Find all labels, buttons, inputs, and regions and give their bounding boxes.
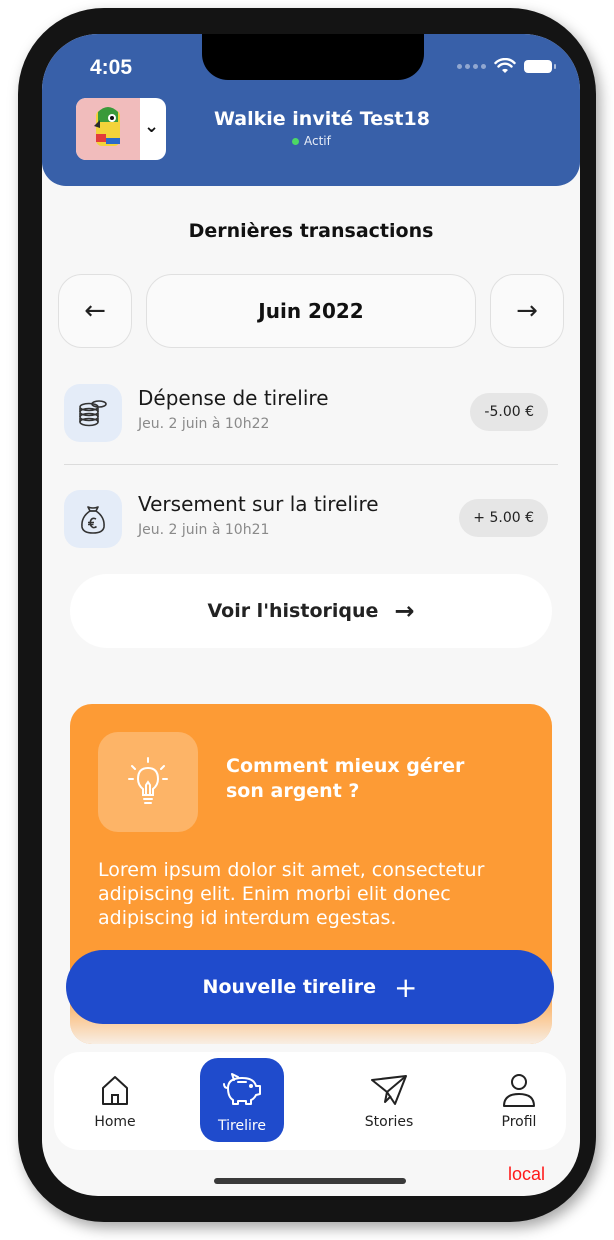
- battery-icon: [524, 59, 556, 73]
- section-title: Dernières transactions: [188, 220, 434, 242]
- transaction-row[interactable]: Dépense de tirelire Jeu. 2 juin à 10h22 …: [64, 382, 558, 452]
- home-icon: [102, 1076, 128, 1105]
- transaction-title: Dépense de tirelire: [138, 386, 329, 410]
- tab-label: Stories: [364, 1114, 414, 1130]
- amount-badge: + 5.00 €: [459, 499, 548, 537]
- view-history-button[interactable]: Voir l'historique →: [70, 574, 552, 648]
- tip-body: Lorem ipsum dolor sit amet, consectetur …: [98, 859, 485, 929]
- month-selector[interactable]: Juin 2022: [146, 274, 476, 348]
- wifi-icon: [494, 58, 516, 73]
- transaction-date: Jeu. 2 juin à 10h22: [138, 416, 270, 432]
- avatar: [76, 98, 140, 160]
- chevron-down-icon: ⌄: [144, 116, 160, 137]
- plus-icon: +: [393, 970, 418, 1004]
- paper-plane-icon: [371, 1075, 407, 1105]
- status-dot-icon: [292, 137, 299, 145]
- status-time: 4:05: [90, 56, 133, 79]
- transaction-title: Versement sur la tirelire: [138, 492, 379, 516]
- user-icon: [503, 1074, 535, 1107]
- status-icons: [457, 58, 556, 74]
- signal-icon: [457, 63, 486, 69]
- tip-title: Comment mieux gérer son argent ?: [226, 755, 465, 802]
- piggy-bank-icon: [223, 1073, 261, 1105]
- amount-badge: -5.00 €: [470, 393, 548, 431]
- tab-label: Home: [94, 1114, 136, 1130]
- tab-home[interactable]: Home: [70, 1052, 160, 1150]
- transaction-row[interactable]: Versement sur la tirelire Jeu. 2 juin à …: [64, 488, 558, 558]
- account-switcher[interactable]: ⌄: [76, 98, 166, 160]
- arrow-left-icon: ←: [84, 296, 106, 326]
- divider: [64, 464, 558, 465]
- new-piggy-bank-button[interactable]: Nouvelle tirelire +: [66, 950, 554, 1024]
- tab-profil[interactable]: Profil: [474, 1052, 564, 1150]
- prev-month-button[interactable]: ←: [58, 274, 132, 348]
- view-history-label: Voir l'historique: [207, 600, 379, 622]
- coins-stack-icon: [64, 384, 122, 442]
- account-status-label: Actif: [304, 134, 331, 148]
- next-month-button[interactable]: →: [490, 274, 564, 348]
- arrow-right-icon: →: [394, 597, 415, 625]
- bottom-tab-bar: Home Tirelire Stories Profil: [54, 1052, 566, 1150]
- money-bag-euro-icon: [64, 490, 122, 548]
- environment-label: local: [508, 1164, 546, 1184]
- account-name: Walkie invité Test18: [214, 108, 430, 130]
- new-piggy-bank-label: Nouvelle tirelire: [202, 976, 376, 998]
- tab-label: Profil: [501, 1114, 537, 1130]
- lightbulb-icon: [98, 732, 198, 832]
- app-screen: 4:05 ⌄ Walkie invité Test18 Actif Derniè…: [42, 34, 580, 1196]
- home-indicator: [214, 1178, 406, 1184]
- tab-stories[interactable]: Stories: [344, 1052, 434, 1150]
- arrow-right-icon: →: [516, 296, 538, 326]
- tab-label: Tirelire: [218, 1118, 266, 1134]
- transaction-date: Jeu. 2 juin à 10h21: [138, 522, 270, 538]
- parrot-avatar-icon: [94, 107, 120, 146]
- device-notch: [202, 34, 424, 80]
- account-status: Actif: [292, 134, 331, 148]
- tab-tirelire[interactable]: Tirelire: [200, 1058, 284, 1142]
- month-label: Juin 2022: [258, 299, 364, 323]
